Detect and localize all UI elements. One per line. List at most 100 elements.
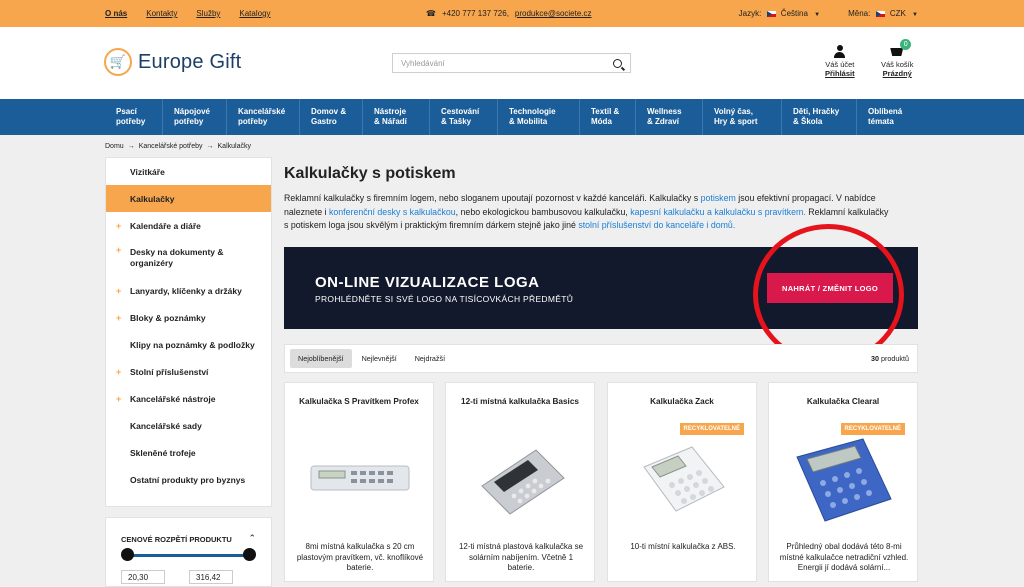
sidebar-item-desk-accessories[interactable]: + Stolní příslušenství <box>106 358 271 385</box>
price-slider-min-handle[interactable] <box>121 548 134 561</box>
product-card[interactable]: Kalkulačka S Pravítkem Profex 8mi místná… <box>284 382 434 582</box>
logo-text: Europe Gift <box>138 50 242 73</box>
price-range-filter: CENOVÉ ROZPĚTÍ PRODUKTU ⌃ 20,30 316,42 <box>105 517 272 587</box>
nav-textile[interactable]: Textil & Móda <box>580 99 636 135</box>
price-slider-max-handle[interactable] <box>243 548 256 561</box>
breadcrumb: Domu → Kancelářské potřeby → Kalkulačky <box>105 143 251 150</box>
breadcrumb-arrow-icon: → <box>127 143 135 150</box>
breadcrumb-home[interactable]: Domu <box>105 143 124 150</box>
sidebar-item-notepads[interactable]: + Bloky & poznámky <box>106 304 271 331</box>
nav-writing[interactable]: Psací potřeby <box>105 99 163 135</box>
desc-link-desk-accessories[interactable]: stolní příslušenství do kanceláře i domů… <box>578 220 735 230</box>
sidebar-item-calculators[interactable]: Kalkulačky <box>106 185 271 212</box>
sidebar-item-label: Kancelářské sady <box>130 420 202 431</box>
sort-tab-popular[interactable]: Nejoblíbenější <box>290 349 352 368</box>
search-input[interactable]: Vyhledávání <box>392 53 631 73</box>
sort-tab-cheapest[interactable]: Nejlevnější <box>354 349 405 368</box>
plus-icon[interactable]: + <box>116 245 121 256</box>
sidebar-item-folders[interactable]: + Desky na dokumenty & organizéry <box>106 239 271 277</box>
nav-office[interactable]: Kancelářské potřeby <box>227 99 300 135</box>
sidebar-item-label: Kalendáře a diáře <box>130 220 201 231</box>
top-link-services[interactable]: Služby <box>196 9 220 18</box>
currency-selector[interactable]: Měna: CZK ▼ <box>848 9 918 18</box>
breadcrumb-office[interactable]: Kancelářské potřeby <box>139 143 203 150</box>
nav-drinkware[interactable]: Nápojové potřeby <box>163 99 227 135</box>
top-link-catalogs[interactable]: Katalogy <box>239 9 270 18</box>
sidebar-item-business-card-holders[interactable]: Vizitkáře <box>106 158 271 185</box>
sidebar-item-label: Vizitkáře <box>130 166 165 177</box>
recyclable-badge: RECYKLOVATELNÉ <box>840 423 905 435</box>
product-card[interactable]: Kalkulačka Clearal RECYKLOVATELNÉ Průhle… <box>768 382 918 582</box>
top-link-about[interactable]: O nás <box>105 9 127 18</box>
desc-text: Reklamní kalkulačky s firemním logem, ne… <box>284 193 701 203</box>
czech-flag-icon <box>766 10 776 17</box>
sidebar-item-lanyards[interactable]: + Lanyardy, klíčenky a držáky <box>106 277 271 304</box>
nav-wellness[interactable]: Wellness & Zdraví <box>636 99 703 135</box>
czech-flag-icon <box>875 10 885 17</box>
cart-icon: 0 <box>889 39 912 58</box>
cart-badge: 0 <box>900 39 912 50</box>
search-icon[interactable] <box>613 58 622 68</box>
plus-icon[interactable]: + <box>116 313 121 323</box>
top-link-contacts[interactable]: Kontakty <box>146 9 177 18</box>
sidebar-item-label: Lanyardy, klíčenky a držáky <box>130 285 242 296</box>
cart-link[interactable]: 0 Váš košík Prázdný <box>881 39 914 78</box>
banner-subtitle: PROHLÉDNĚTE SI SVÉ LOGO NA TISÍCOVKÁCH P… <box>315 294 574 304</box>
price-slider-track[interactable] <box>126 554 250 557</box>
plus-icon[interactable]: + <box>116 286 121 296</box>
search-placeholder: Vyhledávání <box>401 58 445 68</box>
nav-kids[interactable]: Děti, Hračky & Škola <box>782 99 857 135</box>
sidebar-item-calendars[interactable]: + Kalendáře a diáře <box>106 212 271 239</box>
desc-link-conference-folders[interactable]: konferenční desky s kalkulačkou <box>329 207 456 217</box>
product-card[interactable]: 12-ti místná kalkulačka Basics 12-ti mís… <box>445 382 595 582</box>
sidebar-item-label: Desky na dokumenty & organizéry <box>130 247 224 268</box>
nav-travel[interactable]: Cestování & Tašky <box>430 99 498 135</box>
product-description: Průhledný obal dodává této 8-mi místné k… <box>779 542 909 572</box>
email-link[interactable]: produkce@societe.cz <box>515 9 592 18</box>
sidebar-item-clipboards[interactable]: Klipy na poznámky & podložky <box>106 331 271 358</box>
nav-favorites[interactable]: Oblíbená témata <box>857 99 923 135</box>
page-title: Kalkulačky s potiskem <box>284 165 456 182</box>
sidebar-item-label: Skleněné trofeje <box>130 447 196 458</box>
site-logo[interactable]: 🛒 Europe Gift <box>104 48 241 76</box>
plus-icon[interactable]: + <box>116 367 121 377</box>
language-selector[interactable]: Jazyk: Čeština ▼ <box>739 9 820 18</box>
price-max-input[interactable]: 316,42 <box>189 570 233 584</box>
product-title[interactable]: Kalkulačka Zack <box>608 397 756 406</box>
desc-link-printing[interactable]: potiskem <box>701 193 736 203</box>
product-count-suffix: produktů <box>881 354 909 363</box>
phone-number[interactable]: +420 777 137 726, <box>442 9 509 18</box>
product-card[interactable]: Kalkulačka Zack RECYKLOVATELNÉ 10-ti mís… <box>607 382 757 582</box>
product-title[interactable]: Kalkulačka S Pravítkem Profex <box>285 397 433 406</box>
language-value: Čeština <box>780 9 808 18</box>
basics-calculator-image <box>481 449 565 515</box>
plus-icon[interactable]: + <box>116 394 121 404</box>
sidebar-item-label: Ostatní produkty pro byznys <box>130 474 246 485</box>
desc-link-pocket-calculator[interactable]: kapesní kalkulačku a kalkulačku s pravít… <box>630 207 806 217</box>
product-title[interactable]: Kalkulačka Clearal <box>769 397 917 406</box>
sidebar-item-other-business[interactable]: Ostatní produkty pro byznys <box>106 466 271 493</box>
sidebar-item-label: Kancelářské nástroje <box>130 393 216 404</box>
nav-tools[interactable]: Nástroje & Nářadí <box>363 99 430 135</box>
product-title[interactable]: 12-ti místná kalkulačka Basics <box>446 397 594 406</box>
sidebar-item-office-sets[interactable]: Kancelářské sady <box>106 412 271 439</box>
sort-tab-expensive[interactable]: Nejdražší <box>407 349 453 368</box>
login-link[interactable]: Přihlásit <box>825 69 855 78</box>
banner-title: ON-LINE VIZUALIZACE LOGA <box>315 274 540 291</box>
plus-icon[interactable]: + <box>116 221 121 231</box>
currency-label: Měna: <box>848 9 871 18</box>
nav-leisure[interactable]: Volný čas, Hry & sport <box>703 99 782 135</box>
nav-home[interactable]: Domov & Gastro <box>300 99 363 135</box>
sidebar-item-glass-trophies[interactable]: Skleněné trofeje <box>106 439 271 466</box>
nav-tech[interactable]: Technologie & Mobilita <box>498 99 580 135</box>
breadcrumb-arrow-icon: → <box>206 143 214 150</box>
sidebar-item-office-tools[interactable]: + Kancelářské nástroje <box>106 385 271 412</box>
product-description: 10-ti místní kalkulačka z ABS. <box>630 542 736 551</box>
product-description: 12-ti místná plastová kalkulačka se solá… <box>458 542 584 572</box>
cart-status[interactable]: Prázdný <box>881 69 914 78</box>
price-min-input[interactable]: 20,30 <box>121 570 165 584</box>
chevron-up-icon[interactable]: ⌃ <box>248 533 256 544</box>
sort-bar: Nejoblíbenější Nejlevnější Nejdražší 30 … <box>284 344 918 373</box>
account-link[interactable]: Váš účet Přihlásit <box>825 45 855 78</box>
sidebar-item-label: Klipy na poznámky & podložky <box>130 339 255 350</box>
